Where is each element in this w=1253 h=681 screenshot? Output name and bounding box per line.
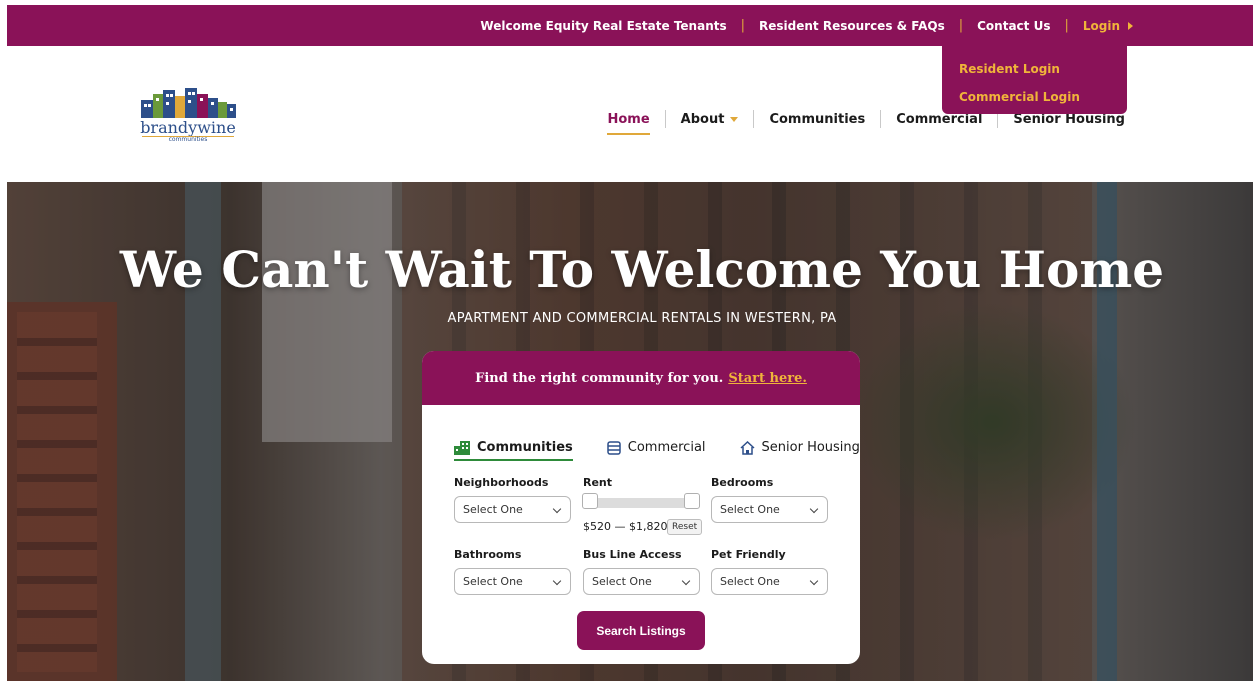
nav-divider: [880, 110, 882, 128]
nav-about[interactable]: About: [681, 112, 739, 127]
neighborhoods-select[interactable]: Select One: [454, 496, 571, 523]
pet-friendly-select[interactable]: Select One: [711, 568, 828, 595]
utility-bar: Welcome Equity Real Estate Tenants | Res…: [7, 5, 1253, 46]
bedrooms-value: Select One: [720, 503, 780, 516]
rent-reset-button[interactable]: Reset: [667, 519, 703, 535]
chevron-down-icon: [809, 504, 819, 514]
storefront-icon: [607, 440, 621, 455]
login-dropdown: Resident Login Commercial Login: [942, 46, 1127, 114]
hero-subtitle: APARTMENT AND COMMERCIAL RENTALS IN WEST…: [447, 311, 837, 326]
topbar-link-resources[interactable]: Resident Resources & FAQs: [759, 19, 945, 33]
tab-communities-label: Communities: [477, 440, 573, 455]
caret-right-icon: [1128, 21, 1133, 30]
nav-home[interactable]: Home: [607, 112, 650, 135]
resident-login-link[interactable]: Resident Login: [959, 55, 1110, 83]
bathrooms-label: Bathrooms: [454, 548, 522, 561]
house-icon: [740, 440, 755, 455]
tab-senior-housing[interactable]: Senior Housing: [740, 440, 860, 455]
search-card: Find the right community for you. Start …: [422, 351, 860, 664]
chevron-down-icon: [552, 576, 562, 586]
chevron-down-icon: [552, 504, 562, 514]
tab-commercial[interactable]: Commercial: [607, 440, 706, 455]
buildings-icon: [454, 440, 470, 455]
topbar-link-equity-tenants[interactable]: Welcome Equity Real Estate Tenants: [480, 19, 726, 33]
tab-communities[interactable]: Communities: [454, 440, 573, 461]
rent-max-handle[interactable]: [684, 493, 700, 509]
tab-commercial-label: Commercial: [627, 440, 706, 455]
search-listings-button[interactable]: Search Listings: [577, 611, 705, 650]
commercial-login-link[interactable]: Commercial Login: [959, 83, 1110, 111]
topbar-separator: |: [1064, 18, 1069, 33]
pet-friendly-value: Select One: [720, 575, 780, 588]
search-card-heading: Find the right community for you.: [475, 370, 724, 386]
nav-communities[interactable]: Communities: [769, 112, 865, 127]
search-tabs: Communities Commercial Senior Housing: [454, 440, 860, 461]
topbar-separator: |: [958, 18, 964, 33]
bathrooms-select[interactable]: Select One: [454, 568, 571, 595]
chevron-down-icon: [809, 576, 819, 586]
bus-line-label: Bus Line Access: [583, 548, 682, 561]
rent-label: Rent: [583, 476, 613, 489]
bus-line-value: Select One: [592, 575, 652, 588]
neighborhoods-value: Select One: [463, 503, 523, 516]
bedrooms-label: Bedrooms: [711, 476, 774, 489]
buildings-logo-icon: [141, 88, 236, 118]
tab-senior-housing-label: Senior Housing: [761, 440, 860, 455]
rent-min-handle[interactable]: [582, 493, 598, 509]
rent-slider-track[interactable]: [584, 498, 700, 508]
nav-about-label: About: [680, 111, 725, 127]
bedrooms-select[interactable]: Select One: [711, 496, 828, 523]
bathrooms-value: Select One: [463, 575, 523, 588]
start-here-link[interactable]: Start here.: [728, 371, 807, 386]
login-label: Login: [1082, 18, 1120, 33]
search-card-header: Find the right community for you. Start …: [422, 351, 860, 405]
chevron-down-icon: [730, 116, 739, 122]
bus-line-select[interactable]: Select One: [583, 568, 700, 595]
brand-logo[interactable]: brandywine communities: [138, 86, 238, 144]
login-toggle[interactable]: Login: [1083, 19, 1133, 33]
hero-title: We Can't Wait To Welcome You Home: [119, 240, 1165, 299]
chevron-down-icon: [681, 576, 691, 586]
rent-range-value: $520 — $1,820: [583, 520, 668, 533]
nav-divider: [753, 110, 755, 128]
logo-wordmark: brandywine: [140, 118, 236, 137]
nav-divider: [664, 110, 666, 128]
pet-friendly-label: Pet Friendly: [711, 548, 786, 561]
topbar-link-contact[interactable]: Contact Us: [977, 19, 1050, 33]
neighborhoods-label: Neighborhoods: [454, 476, 549, 489]
topbar-separator: |: [740, 18, 746, 33]
logo-subtext: communities: [168, 136, 208, 143]
